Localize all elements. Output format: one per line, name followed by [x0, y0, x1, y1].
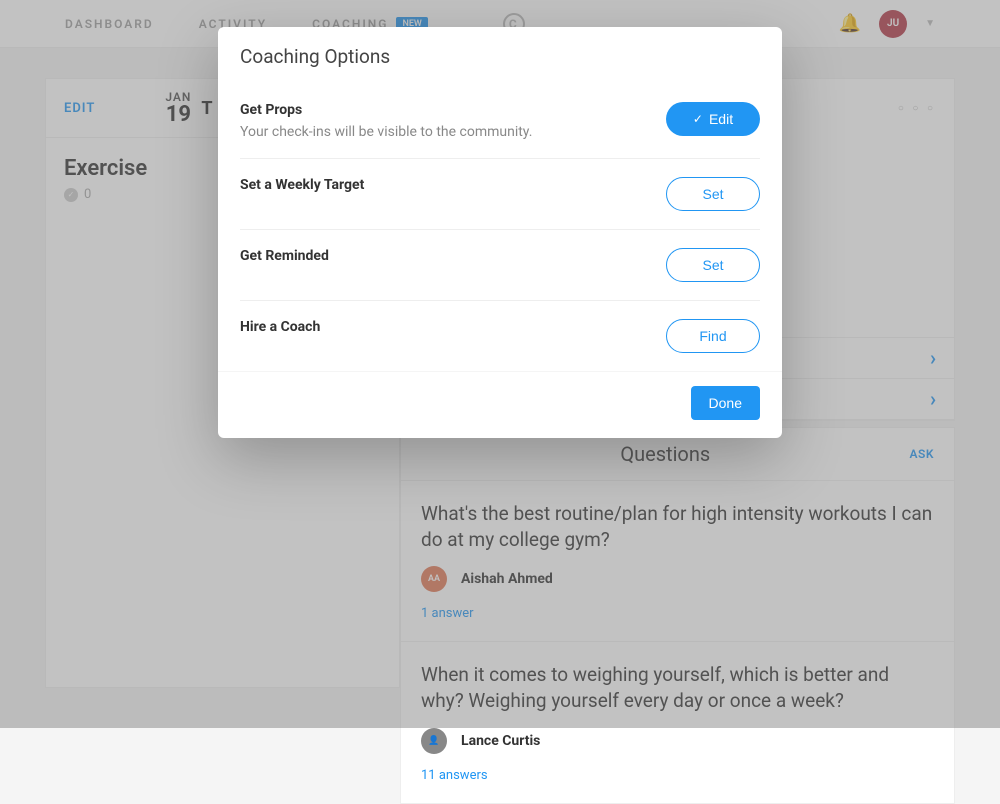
set-button[interactable]: Set — [666, 248, 760, 282]
check-icon: ✓ — [693, 112, 703, 126]
answer-count[interactable]: 11 answers — [421, 768, 934, 783]
modal-body: Get Props Your check-ins will be visible… — [218, 84, 782, 371]
option-title: Hire a Coach — [240, 319, 666, 335]
modal-footer: Done — [218, 371, 782, 438]
option-hire-coach: Hire a Coach Find — [240, 300, 760, 371]
option-get-props: Get Props Your check-ins will be visible… — [240, 84, 760, 158]
option-desc: Your check-ins will be visible to the co… — [240, 124, 666, 140]
button-label: Edit — [709, 111, 733, 127]
button-label: Find — [699, 328, 726, 344]
edit-button[interactable]: ✓ Edit — [666, 102, 760, 136]
author-name: Lance Curtis — [461, 733, 540, 749]
done-button[interactable]: Done — [691, 386, 760, 420]
find-button[interactable]: Find — [666, 319, 760, 353]
modal-title: Coaching Options — [240, 45, 760, 68]
set-button[interactable]: Set — [666, 177, 760, 211]
option-title: Set a Weekly Target — [240, 177, 666, 193]
modal-overlay[interactable]: Coaching Options Get Props Your check-in… — [0, 0, 1000, 728]
option-weekly-target: Set a Weekly Target Set — [240, 158, 760, 229]
question-author: 👤 Lance Curtis — [421, 728, 934, 754]
coaching-options-modal: Coaching Options Get Props Your check-in… — [218, 27, 782, 438]
option-get-reminded: Get Reminded Set — [240, 229, 760, 300]
button-label: Set — [702, 257, 723, 273]
author-avatar: 👤 — [421, 728, 447, 754]
option-title: Get Props — [240, 102, 666, 118]
option-title: Get Reminded — [240, 248, 666, 264]
button-label: Set — [702, 186, 723, 202]
modal-header: Coaching Options — [218, 27, 782, 84]
